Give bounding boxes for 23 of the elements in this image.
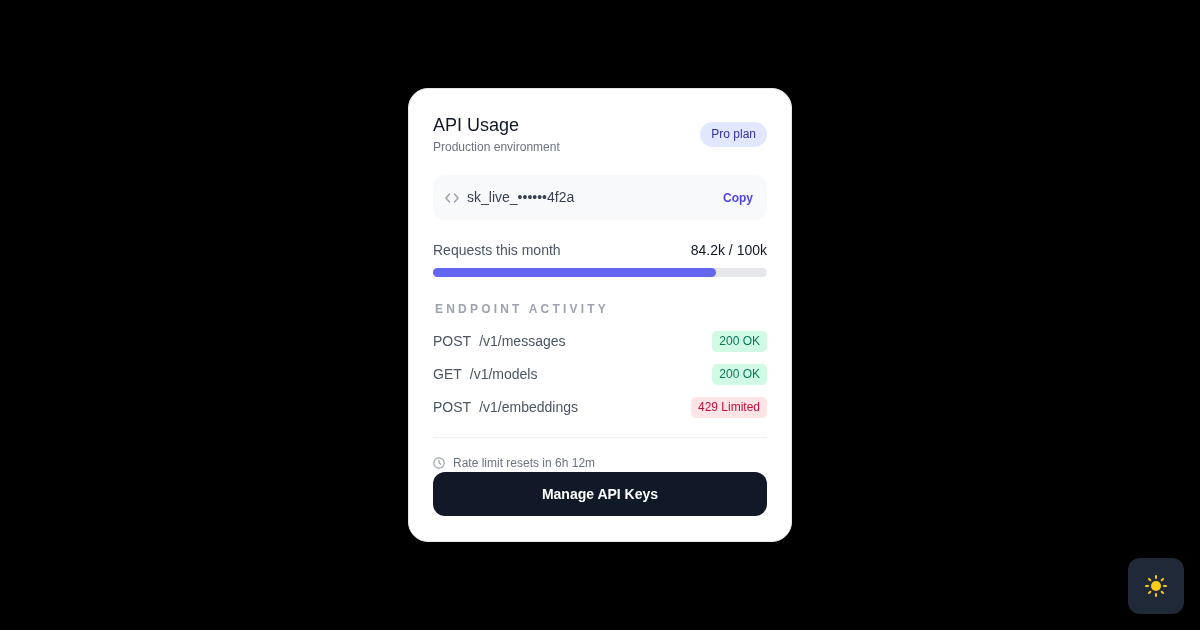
card-title: API Usage [433,114,521,137]
endpoint-path: /v1/embeddings [479,398,579,417]
copy-button[interactable]: Copy [723,186,753,209]
theme-toggle-button[interactable] [1128,558,1184,614]
http-method: POST [433,398,472,417]
section-heading: ENDPOINT ACTIVITY [434,301,610,317]
code-icon [445,192,459,203]
card-subtitle: Production environment [433,139,560,155]
endpoint-path: /v1/messages [479,332,567,351]
http-method: GET [433,365,462,384]
sun-icon [1145,575,1167,597]
status-badge: 200 OK [712,331,767,352]
http-method: POST [433,332,472,351]
manage-keys-button[interactable]: Manage API Keys [433,472,767,516]
requests-reading: 84.2k / 100k [690,241,767,260]
api-key-text: sk_live_••••••4f2a [467,188,576,207]
status-badge: 200 OK [712,364,767,385]
plan-badge: Pro plan [700,121,767,147]
rate-limit-note: Rate limit resets in 6h 12m [453,455,596,471]
clock-icon [433,457,445,469]
requests-label: Requests this month [433,241,561,260]
status-badge: 429 Limited [690,397,767,418]
endpoint-path: /v1/models [469,365,539,384]
